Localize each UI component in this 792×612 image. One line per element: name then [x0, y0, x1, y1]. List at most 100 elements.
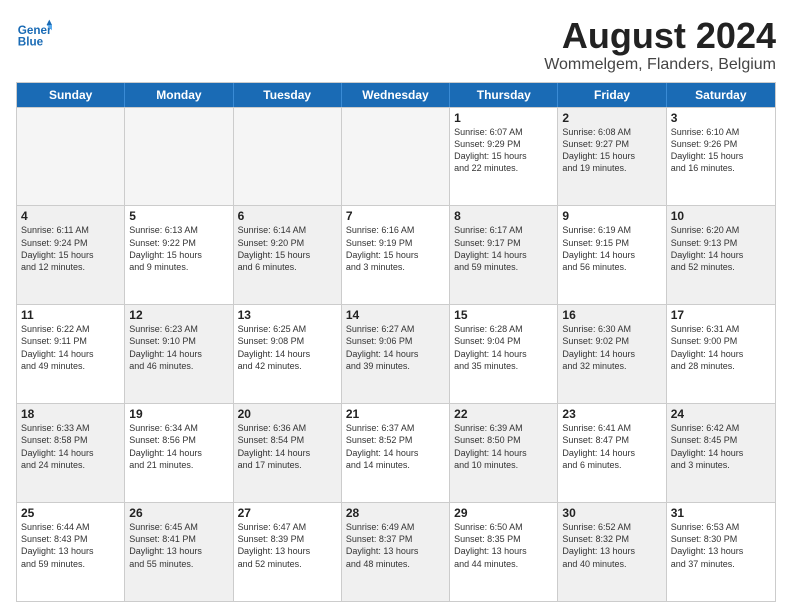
day-info: Sunrise: 6:44 AMSunset: 8:43 PMDaylight:… — [21, 521, 120, 570]
day-number: 4 — [21, 209, 120, 223]
day-number: 26 — [129, 506, 228, 520]
day-number: 18 — [21, 407, 120, 421]
logo-icon: General Blue — [16, 16, 52, 52]
day-info: Sunrise: 6:20 AMSunset: 9:13 PMDaylight:… — [671, 224, 771, 273]
location: Wommelgem, Flanders, Belgium — [544, 56, 776, 74]
header-sunday: Sunday — [17, 83, 125, 107]
table-row: 26Sunrise: 6:45 AMSunset: 8:41 PMDayligh… — [125, 503, 233, 601]
week-row-3: 11Sunrise: 6:22 AMSunset: 9:11 PMDayligh… — [17, 304, 775, 403]
table-row: 7Sunrise: 6:16 AMSunset: 9:19 PMDaylight… — [342, 206, 450, 304]
day-info: Sunrise: 6:14 AMSunset: 9:20 PMDaylight:… — [238, 224, 337, 273]
day-number: 21 — [346, 407, 445, 421]
day-info: Sunrise: 6:42 AMSunset: 8:45 PMDaylight:… — [671, 422, 771, 471]
day-number: 24 — [671, 407, 771, 421]
day-number: 22 — [454, 407, 553, 421]
day-number: 11 — [21, 308, 120, 322]
table-row: 27Sunrise: 6:47 AMSunset: 8:39 PMDayligh… — [234, 503, 342, 601]
table-row: 24Sunrise: 6:42 AMSunset: 8:45 PMDayligh… — [667, 404, 775, 502]
day-info: Sunrise: 6:16 AMSunset: 9:19 PMDaylight:… — [346, 224, 445, 273]
day-number: 25 — [21, 506, 120, 520]
day-info: Sunrise: 6:47 AMSunset: 8:39 PMDaylight:… — [238, 521, 337, 570]
table-row: 8Sunrise: 6:17 AMSunset: 9:17 PMDaylight… — [450, 206, 558, 304]
day-info: Sunrise: 6:53 AMSunset: 8:30 PMDaylight:… — [671, 521, 771, 570]
day-number: 23 — [562, 407, 661, 421]
day-number: 7 — [346, 209, 445, 223]
header-friday: Friday — [558, 83, 666, 107]
day-number: 9 — [562, 209, 661, 223]
table-row: 23Sunrise: 6:41 AMSunset: 8:47 PMDayligh… — [558, 404, 666, 502]
day-number: 19 — [129, 407, 228, 421]
table-row: 25Sunrise: 6:44 AMSunset: 8:43 PMDayligh… — [17, 503, 125, 601]
calendar: Sunday Monday Tuesday Wednesday Thursday… — [16, 82, 776, 602]
table-row: 15Sunrise: 6:28 AMSunset: 9:04 PMDayligh… — [450, 305, 558, 403]
day-number: 3 — [671, 111, 771, 125]
day-info: Sunrise: 6:31 AMSunset: 9:00 PMDaylight:… — [671, 323, 771, 372]
calendar-body: 1Sunrise: 6:07 AMSunset: 9:29 PMDaylight… — [17, 107, 775, 601]
day-number: 5 — [129, 209, 228, 223]
table-row: 21Sunrise: 6:37 AMSunset: 8:52 PMDayligh… — [342, 404, 450, 502]
header-thursday: Thursday — [450, 83, 558, 107]
day-number: 12 — [129, 308, 228, 322]
table-row: 20Sunrise: 6:36 AMSunset: 8:54 PMDayligh… — [234, 404, 342, 502]
table-row: 4Sunrise: 6:11 AMSunset: 9:24 PMDaylight… — [17, 206, 125, 304]
calendar-header: Sunday Monday Tuesday Wednesday Thursday… — [17, 83, 775, 107]
month-title: August 2024 — [544, 16, 776, 56]
title-block: August 2024 Wommelgem, Flanders, Belgium — [544, 16, 776, 74]
day-number: 28 — [346, 506, 445, 520]
day-number: 6 — [238, 209, 337, 223]
day-number: 31 — [671, 506, 771, 520]
week-row-1: 1Sunrise: 6:07 AMSunset: 9:29 PMDaylight… — [17, 107, 775, 206]
logo: General Blue — [16, 16, 52, 52]
table-row: 18Sunrise: 6:33 AMSunset: 8:58 PMDayligh… — [17, 404, 125, 502]
day-number: 14 — [346, 308, 445, 322]
table-row — [125, 108, 233, 206]
day-info: Sunrise: 6:27 AMSunset: 9:06 PMDaylight:… — [346, 323, 445, 372]
day-info: Sunrise: 6:13 AMSunset: 9:22 PMDaylight:… — [129, 224, 228, 273]
table-row: 17Sunrise: 6:31 AMSunset: 9:00 PMDayligh… — [667, 305, 775, 403]
table-row: 31Sunrise: 6:53 AMSunset: 8:30 PMDayligh… — [667, 503, 775, 601]
table-row: 9Sunrise: 6:19 AMSunset: 9:15 PMDaylight… — [558, 206, 666, 304]
day-info: Sunrise: 6:50 AMSunset: 8:35 PMDaylight:… — [454, 521, 553, 570]
table-row: 10Sunrise: 6:20 AMSunset: 9:13 PMDayligh… — [667, 206, 775, 304]
table-row: 14Sunrise: 6:27 AMSunset: 9:06 PMDayligh… — [342, 305, 450, 403]
day-info: Sunrise: 6:08 AMSunset: 9:27 PMDaylight:… — [562, 126, 661, 175]
day-info: Sunrise: 6:10 AMSunset: 9:26 PMDaylight:… — [671, 126, 771, 175]
table-row: 5Sunrise: 6:13 AMSunset: 9:22 PMDaylight… — [125, 206, 233, 304]
day-info: Sunrise: 6:39 AMSunset: 8:50 PMDaylight:… — [454, 422, 553, 471]
day-info: Sunrise: 6:33 AMSunset: 8:58 PMDaylight:… — [21, 422, 120, 471]
day-number: 1 — [454, 111, 553, 125]
day-info: Sunrise: 6:22 AMSunset: 9:11 PMDaylight:… — [21, 323, 120, 372]
header-monday: Monday — [125, 83, 233, 107]
day-number: 13 — [238, 308, 337, 322]
day-info: Sunrise: 6:34 AMSunset: 8:56 PMDaylight:… — [129, 422, 228, 471]
day-number: 10 — [671, 209, 771, 223]
table-row — [234, 108, 342, 206]
table-row: 11Sunrise: 6:22 AMSunset: 9:11 PMDayligh… — [17, 305, 125, 403]
day-info: Sunrise: 6:49 AMSunset: 8:37 PMDaylight:… — [346, 521, 445, 570]
day-number: 8 — [454, 209, 553, 223]
svg-text:Blue: Blue — [18, 36, 44, 49]
week-row-2: 4Sunrise: 6:11 AMSunset: 9:24 PMDaylight… — [17, 205, 775, 304]
day-info: Sunrise: 6:45 AMSunset: 8:41 PMDaylight:… — [129, 521, 228, 570]
day-info: Sunrise: 6:25 AMSunset: 9:08 PMDaylight:… — [238, 323, 337, 372]
header-wednesday: Wednesday — [342, 83, 450, 107]
table-row — [342, 108, 450, 206]
table-row: 13Sunrise: 6:25 AMSunset: 9:08 PMDayligh… — [234, 305, 342, 403]
table-row — [17, 108, 125, 206]
day-info: Sunrise: 6:11 AMSunset: 9:24 PMDaylight:… — [21, 224, 120, 273]
header-tuesday: Tuesday — [234, 83, 342, 107]
day-number: 27 — [238, 506, 337, 520]
table-row: 6Sunrise: 6:14 AMSunset: 9:20 PMDaylight… — [234, 206, 342, 304]
table-row: 12Sunrise: 6:23 AMSunset: 9:10 PMDayligh… — [125, 305, 233, 403]
day-info: Sunrise: 6:19 AMSunset: 9:15 PMDaylight:… — [562, 224, 661, 273]
day-info: Sunrise: 6:37 AMSunset: 8:52 PMDaylight:… — [346, 422, 445, 471]
table-row: 30Sunrise: 6:52 AMSunset: 8:32 PMDayligh… — [558, 503, 666, 601]
day-number: 16 — [562, 308, 661, 322]
page: General Blue August 2024 Wommelgem, Flan… — [0, 0, 792, 612]
header: General Blue August 2024 Wommelgem, Flan… — [16, 16, 776, 74]
table-row: 16Sunrise: 6:30 AMSunset: 9:02 PMDayligh… — [558, 305, 666, 403]
day-number: 30 — [562, 506, 661, 520]
table-row: 22Sunrise: 6:39 AMSunset: 8:50 PMDayligh… — [450, 404, 558, 502]
day-number: 29 — [454, 506, 553, 520]
day-info: Sunrise: 6:28 AMSunset: 9:04 PMDaylight:… — [454, 323, 553, 372]
